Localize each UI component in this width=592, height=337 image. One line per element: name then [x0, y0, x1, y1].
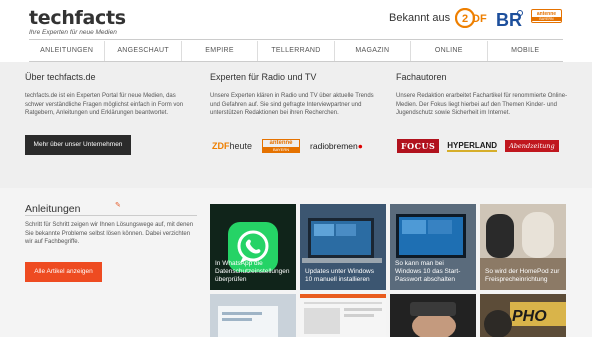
- site-logo[interactable]: techfacts Ihre Experten für neue Medien: [29, 8, 126, 36]
- svg-text:BR: BR: [496, 10, 522, 30]
- article-tile-homepod[interactable]: So wird der HomePod zur Freisprecheinric…: [480, 204, 566, 290]
- nav-item-tellerrand[interactable]: Tellerrand: [258, 41, 335, 61]
- guides-text: Schritt für Schritt zeigen wir Ihnen Lös…: [25, 222, 194, 245]
- known-from-label: Bekannt aus: [389, 12, 451, 24]
- all-articles-button[interactable]: Alle Artikel anzeigen: [25, 262, 102, 282]
- article-tile-windows-updates[interactable]: Updates unter Windows 10 manuell install…: [300, 204, 386, 290]
- article-tile-windows-password[interactable]: So kann man bei Windows 10 das Start-Pas…: [390, 204, 476, 290]
- tile-caption: So kann man bei Windows 10 das Start-Pas…: [395, 260, 461, 283]
- guides-divider: [25, 215, 197, 216]
- authors-text: Unsere Redaktion erarbeitet Fachartikel …: [396, 93, 568, 116]
- info-section: Über techfacts.de techfacts.de ist ein E…: [0, 62, 592, 188]
- experts-title: Experten für Radio und TV: [210, 72, 317, 82]
- nav-item-empire[interactable]: Empire: [182, 41, 259, 61]
- logo-subtitle: Ihre Experten für neue Medien: [29, 29, 117, 36]
- experts-column: Experten für Radio und TV Unsere Experte…: [210, 72, 385, 118]
- about-text: techfacts.de ist ein Experten Portal für…: [25, 93, 184, 116]
- radio-bremen-logo-dot: ●: [357, 141, 363, 151]
- typhoon-image: PHO: [480, 294, 566, 337]
- nav-item-anleitungen[interactable]: Anleitungen: [29, 41, 106, 61]
- logo-title: techfacts: [29, 7, 126, 29]
- antenne-bayern-media-logo: antenne BAYERN: [262, 139, 301, 153]
- nav-item-magazin[interactable]: Magazin: [335, 41, 412, 61]
- about-column: Über techfacts.de techfacts.de ist ein E…: [25, 72, 190, 118]
- svg-text:2: 2: [462, 13, 468, 25]
- zdf-logo: 2 DF: [455, 8, 487, 28]
- article-tile-7[interactable]: [390, 294, 476, 337]
- screen-image: [210, 294, 296, 337]
- authors-column: Fachautoren Unsere Redaktion erarbeitet …: [396, 72, 571, 118]
- zdf-heute-logo-zdf: ZDF: [212, 141, 230, 151]
- antenne-bayern-logo: antenne BAYERN: [531, 9, 562, 23]
- about-company-button[interactable]: Mehr über unser Unternehmen: [25, 135, 131, 155]
- svg-text:DF: DF: [472, 13, 487, 25]
- guides-title: Anleitungen: [25, 203, 81, 215]
- article-tile-8[interactable]: PHO: [480, 294, 566, 337]
- zdf-heute-logo-heute: heute: [229, 141, 253, 151]
- radio-bremen-logo: radiobremen●: [310, 141, 363, 151]
- article-tile-5[interactable]: [210, 294, 296, 337]
- nav-item-online[interactable]: Online: [411, 41, 488, 61]
- guides-section: Anleitungen ✎ Schritt für Schritt zeigen…: [0, 188, 592, 337]
- antenne-logo-text-b: BAYERN: [532, 17, 561, 21]
- tile-caption: In WhatsApp die Datenschutzeinstellungen…: [215, 260, 290, 283]
- main-nav: Anleitungen Angeschaut Empire Tellerrand…: [29, 41, 563, 61]
- site-header: techfacts Ihre Experten für neue Medien …: [0, 0, 592, 42]
- typhoon-text: PHO: [512, 308, 547, 325]
- authors-title: Fachautoren: [396, 72, 447, 82]
- pencil-icon: ✎: [115, 202, 121, 209]
- publication-logos: FOCUS HYPERLAND Abendzeitung: [397, 138, 559, 154]
- nav-top-border: [29, 39, 563, 40]
- article-tile-whatsapp[interactable]: In WhatsApp die Datenschutzeinstellungen…: [210, 204, 296, 290]
- article-tile-6[interactable]: [300, 294, 386, 337]
- tile-caption: So wird der HomePod zur Freisprecheinric…: [485, 268, 560, 283]
- tile-caption: Updates unter Windows 10 manuell install…: [305, 268, 375, 283]
- nav-item-mobile[interactable]: Mobile: [488, 41, 563, 61]
- br-logo: BR: [496, 10, 523, 30]
- radio-bremen-logo-name: radiobremen: [310, 141, 358, 151]
- antenne-media-logo-a: antenne: [269, 140, 293, 146]
- hyperland-logo: HYPERLAND: [447, 140, 498, 152]
- nav-item-angeschaut[interactable]: Angeschaut: [105, 41, 182, 61]
- about-title: Über techfacts.de: [25, 72, 96, 82]
- website-screenshot-image: [300, 294, 386, 337]
- media-logos: ZDFheute antenne BAYERN radiobremen●: [212, 138, 363, 154]
- focus-logo: FOCUS: [397, 139, 440, 153]
- zdf-heute-logo: ZDFheute: [212, 141, 252, 151]
- abendzeitung-logo: Abendzeitung: [505, 140, 559, 152]
- experts-text: Unsere Experten klären in Radio und TV ü…: [210, 93, 374, 116]
- antenne-media-logo-b: BAYERN: [263, 147, 300, 152]
- hand-device-image: [390, 294, 476, 337]
